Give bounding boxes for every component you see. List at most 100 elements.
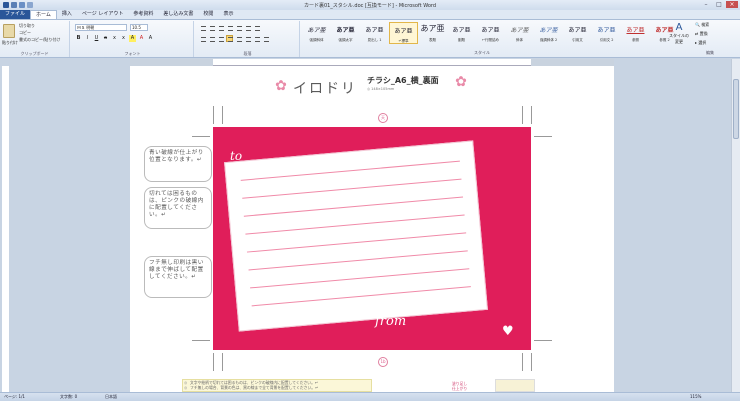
- paragraph-group-label: 段落: [243, 51, 252, 56]
- scrollbar-thumb[interactable]: [733, 79, 739, 139]
- justify-button[interactable]: [226, 35, 233, 42]
- cut-button[interactable]: 切り取り: [19, 23, 35, 29]
- tab-review[interactable]: 校閲: [198, 10, 218, 19]
- tab-mailings[interactable]: 差し込み文書: [158, 10, 198, 19]
- copy-button[interactable]: コピー: [19, 30, 31, 36]
- tab-page-layout[interactable]: ページ レイアウト: [77, 10, 129, 19]
- callout-bleed[interactable]: フチ無し印刷は黒い線まで伸ばして配置してください。↵: [144, 256, 212, 298]
- style-item[interactable]: あア亜 表題: [418, 22, 447, 44]
- style-item[interactable]: あア亜 強調太字: [331, 22, 360, 44]
- callout-safe-area[interactable]: 切れては困るものは、ピンクの破線内に配置してください。↵: [144, 187, 212, 229]
- font-group-label: フォント: [124, 51, 141, 56]
- language-indicator[interactable]: 日本語: [105, 393, 117, 401]
- crop-mark: [213, 353, 214, 371]
- message-box[interactable]: [224, 140, 488, 332]
- style-preview: あア亜: [307, 27, 326, 34]
- status-bar: ページ: 1/1 文字数: 0 日本語 115%: [0, 392, 740, 401]
- font-group: ＭＳ 明朝 10.5 B I U a x x A A A フォント: [72, 21, 194, 57]
- underline-button[interactable]: U: [93, 35, 100, 42]
- char-border-button[interactable]: A: [147, 35, 154, 42]
- style-item[interactable]: あア亜 見出し 1: [360, 22, 389, 44]
- font-size-select[interactable]: 10.5: [130, 24, 148, 31]
- style-item[interactable]: あア亜 引用文 2: [592, 22, 621, 44]
- style-item[interactable]: あア亜 斜体: [505, 22, 534, 44]
- callout-finish-line[interactable]: 青い破線が仕上がり位置となります。↵: [144, 146, 212, 182]
- crop-mark: [222, 353, 223, 371]
- tab-references[interactable]: 参考資料: [128, 10, 158, 19]
- sort-button[interactable]: [244, 24, 251, 31]
- tab-home[interactable]: ホーム: [30, 10, 57, 19]
- tab-file[interactable]: ファイル: [0, 10, 31, 19]
- align-center-button[interactable]: [208, 35, 215, 42]
- ruled-line: [240, 160, 460, 181]
- style-item-selected[interactable]: あア亜 ↵標準: [389, 22, 418, 44]
- decrease-indent-button[interactable]: [226, 24, 233, 31]
- paragraph-group: 段落: [196, 21, 300, 57]
- flower-icon: ✿: [275, 78, 287, 94]
- line-spacing-button[interactable]: [244, 35, 251, 42]
- strikethrough-button[interactable]: a: [102, 35, 109, 42]
- document-page[interactable]: ✿ イロドリ チラシ_A6_横_裏面 ◎ 148×105mm ✿ 天 to fr…: [130, 66, 614, 392]
- word-count[interactable]: 文字数: 0: [60, 393, 77, 401]
- bullets-button[interactable]: [199, 24, 206, 31]
- find-button[interactable]: 🔍 検索: [695, 22, 709, 28]
- page-count[interactable]: ページ: 1/1: [4, 393, 25, 401]
- replace-button[interactable]: ⇄ 置換: [695, 31, 709, 37]
- tab-view[interactable]: 表示: [218, 10, 238, 19]
- text-highlight-button[interactable]: A: [129, 35, 136, 42]
- style-item[interactable]: あア亜 ↵行間詰め: [476, 22, 505, 44]
- align-right-button[interactable]: [217, 35, 224, 42]
- style-name: 強調斜体 2: [539, 38, 558, 42]
- vertical-scrollbar[interactable]: [731, 59, 740, 392]
- shading-button[interactable]: [253, 35, 260, 42]
- style-preview: あア亜: [597, 27, 616, 34]
- style-item[interactable]: あア亜 副題: [447, 22, 476, 44]
- numbering-button[interactable]: [208, 24, 215, 31]
- distributed-button[interactable]: [235, 35, 242, 42]
- subscript-button[interactable]: x: [111, 35, 118, 42]
- vertical-ruler[interactable]: [2, 66, 9, 392]
- zoom-level[interactable]: 115%: [690, 393, 701, 401]
- style-item[interactable]: あア亜 参照: [621, 22, 650, 44]
- horizontal-ruler[interactable]: [130, 59, 614, 66]
- multilevel-list-button[interactable]: [217, 24, 224, 31]
- style-name: 引用文: [572, 38, 583, 42]
- style-preview: あア亜: [452, 27, 471, 34]
- editing-group: 🔍 検索 ⇄ 置換 ▸ 選択: [695, 22, 709, 49]
- style-preview: あア亜: [510, 27, 529, 34]
- top-mark: 天: [378, 113, 388, 123]
- minimize-button[interactable]: –: [700, 1, 712, 8]
- style-item[interactable]: あア亜 強調斜体 2: [534, 22, 563, 44]
- increase-indent-button[interactable]: [235, 24, 242, 31]
- bold-button[interactable]: B: [75, 35, 82, 42]
- format-painter-button[interactable]: 書式のコピー/貼り付け: [19, 37, 60, 43]
- style-name: 強調太字: [338, 38, 353, 42]
- style-item[interactable]: あア亜 強調斜体: [302, 22, 331, 44]
- style-preview: あア亜: [568, 27, 587, 34]
- paragraph-row-1: [199, 24, 260, 31]
- close-button[interactable]: ×: [726, 1, 738, 8]
- italic-button[interactable]: I: [84, 35, 91, 42]
- paste-button[interactable]: [3, 24, 15, 38]
- align-left-button[interactable]: [199, 35, 206, 42]
- document-title: チラシ_A6_横_裏面: [367, 76, 439, 85]
- crop-mark: [522, 353, 523, 371]
- superscript-button[interactable]: x: [120, 35, 127, 42]
- style-preview: あア亜: [336, 27, 355, 34]
- flower-icon: ✿: [455, 74, 467, 90]
- change-styles-button[interactable]: A スタイルの変更: [668, 22, 690, 45]
- title-bar: カード裏01_スタシル.doc [互換モード] - Microsoft Word…: [0, 0, 740, 10]
- style-name: ↵標準: [398, 39, 409, 43]
- tab-insert[interactable]: 挿入: [57, 10, 77, 19]
- maximize-button[interactable]: □: [713, 1, 725, 8]
- font-name-select[interactable]: ＭＳ 明朝: [75, 24, 127, 31]
- crop-mark: [531, 106, 532, 124]
- borders-button[interactable]: [262, 35, 269, 42]
- select-button[interactable]: ▸ 選択: [695, 40, 709, 46]
- notes-panel: 文字や絵柄で切れては困るものは、ピンクの破線内に配置してください。↵ フチ無しの…: [182, 379, 372, 392]
- style-name: 見出し 1: [367, 38, 382, 42]
- select-label: 選択: [698, 40, 707, 45]
- style-item[interactable]: あア亜 引用文: [563, 22, 592, 44]
- font-color-button[interactable]: A: [138, 35, 145, 42]
- show-marks-button[interactable]: [253, 24, 260, 31]
